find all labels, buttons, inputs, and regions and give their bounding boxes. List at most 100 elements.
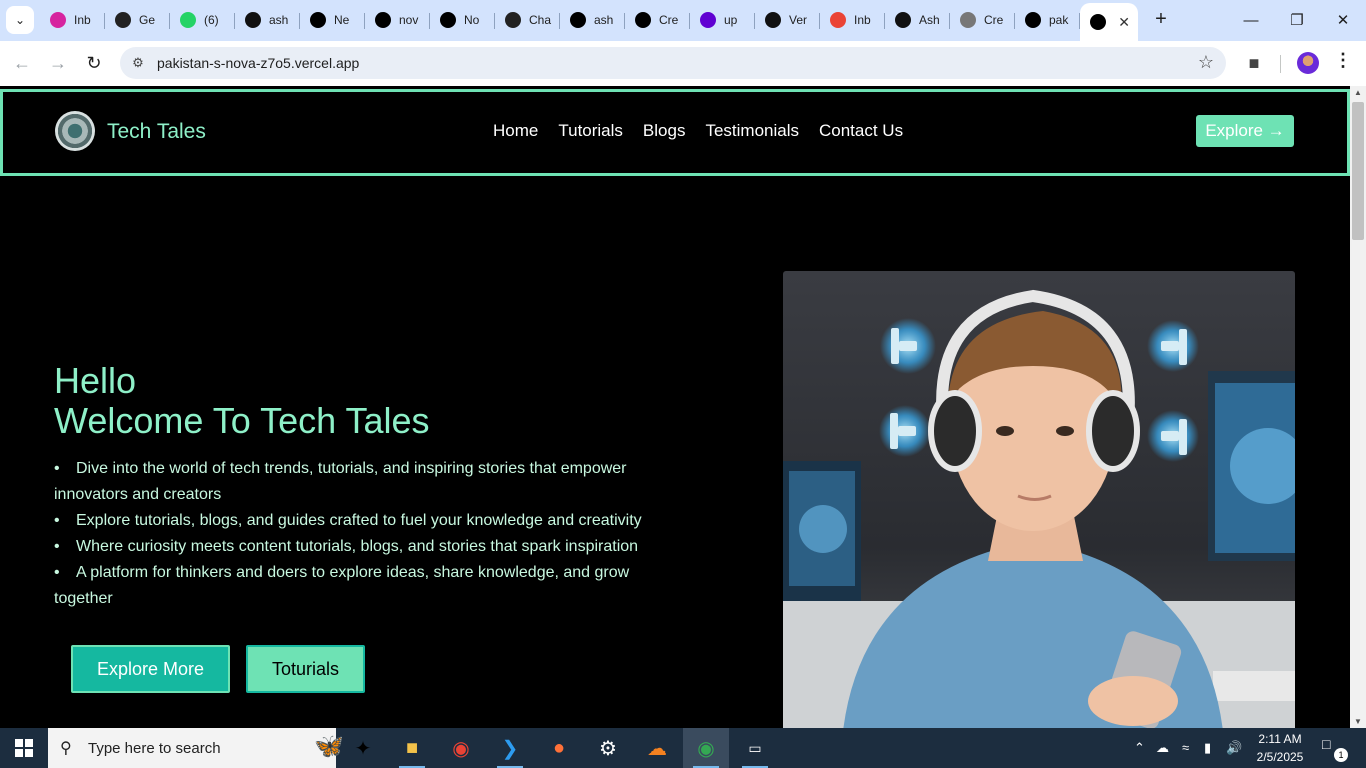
- page-scrollbar[interactable]: ▲ ▼: [1350, 86, 1366, 728]
- reload-button[interactable]: ↻: [80, 49, 108, 77]
- vercel-icon: [635, 12, 651, 28]
- bookmark-star-icon[interactable]: ☆: [1198, 52, 1214, 73]
- tab-search-button[interactable]: ⌄: [6, 6, 34, 34]
- start-button[interactable]: [0, 728, 48, 768]
- nav-tutorials[interactable]: Tutorials: [558, 121, 623, 141]
- logo-image[interactable]: [55, 111, 95, 151]
- vercel-icon: [310, 12, 326, 28]
- settings-icon[interactable]: ⚙: [585, 728, 631, 768]
- wifi-icon[interactable]: ≈: [1182, 740, 1189, 755]
- browser-tab[interactable]: Ge: [105, 5, 170, 35]
- chevron-up-icon[interactable]: ⌃: [1134, 740, 1145, 756]
- close-icon: ✕: [1336, 12, 1350, 29]
- volume-icon[interactable]: 🔊: [1226, 740, 1242, 756]
- tutorials-button[interactable]: Toturials: [246, 645, 365, 693]
- vercel-icon: [375, 12, 391, 28]
- browser-tab[interactable]: ash: [560, 5, 625, 35]
- cloudflare-icon[interactable]: ☁: [634, 728, 680, 768]
- browser-tab[interactable]: Inb: [820, 5, 885, 35]
- scroll-up-icon[interactable]: ▲: [1354, 88, 1362, 97]
- tab-label: Ge: [139, 13, 156, 27]
- browser-tab[interactable]: ash: [235, 5, 300, 35]
- hero-title: Welcome To Tech Tales: [54, 400, 430, 441]
- nav-testimonials[interactable]: Testimonials: [705, 121, 799, 141]
- browser-tab[interactable]: Cre: [625, 5, 690, 35]
- onedrive-icon[interactable]: ☁: [1156, 740, 1169, 756]
- bullet-item: Where curiosity meets content tutorials,…: [54, 534, 664, 560]
- restore-button[interactable]: ❐: [1274, 0, 1320, 40]
- vercel-icon: [1090, 14, 1106, 30]
- hero-greeting: Hello: [54, 360, 137, 401]
- profile-avatar[interactable]: [1297, 52, 1319, 74]
- tab-label: ash: [269, 13, 289, 27]
- browser-tab[interactable]: Cha: [495, 5, 560, 35]
- terminal-icon[interactable]: ▭: [732, 728, 778, 768]
- close-tab-icon[interactable]: ✕: [1118, 14, 1130, 31]
- glow-icon-right-top: [1147, 320, 1199, 372]
- address-bar[interactable]: ⚙ pakistan-s-nova-z7o5.vercel.app ☆: [120, 47, 1226, 79]
- glow-icon-left-bottom: [879, 405, 931, 457]
- hero-illustration: [783, 289, 1295, 728]
- tab-label: Cha: [529, 13, 552, 27]
- site-info-icon[interactable]: ⚙: [128, 53, 148, 73]
- nav-blogs[interactable]: Blogs: [643, 121, 686, 141]
- browser-tab[interactable]: Ash: [885, 5, 950, 35]
- arrow-left-icon: ←: [13, 52, 31, 73]
- chrome-profile-icon[interactable]: ◉: [683, 728, 729, 768]
- new-tab-button[interactable]: +: [1150, 8, 1172, 30]
- back-button[interactable]: ←: [8, 49, 36, 77]
- scroll-down-icon[interactable]: ▼: [1354, 717, 1362, 726]
- browser-tab[interactable]: Cre: [950, 5, 1015, 35]
- browser-tab[interactable]: pak: [1015, 5, 1080, 35]
- explore-button[interactable]: Explore →: [1196, 115, 1294, 147]
- browser-tab[interactable]: (6): [170, 5, 235, 35]
- tab-label: No: [464, 13, 480, 27]
- minimize-button[interactable]: —: [1228, 0, 1274, 40]
- toolbar-divider: [1280, 55, 1281, 73]
- vscode-icon[interactable]: ❯: [487, 728, 533, 768]
- taskbar-search[interactable]: ⚲ Type here to search 🦋: [48, 728, 344, 768]
- browser-tab[interactable]: Ne: [300, 5, 365, 35]
- vercel-icon: [440, 12, 456, 28]
- clock[interactable]: 2:11 AM 2/5/2025: [1252, 730, 1308, 766]
- tab-label: Ver: [789, 13, 808, 27]
- whatsapp-icon: [180, 12, 196, 28]
- glow-icon-left-top: [880, 318, 936, 374]
- windows-icon: [15, 739, 33, 757]
- menu-dots-icon[interactable]: ⋮: [1334, 50, 1352, 71]
- explore-more-button[interactable]: Explore More: [71, 645, 230, 693]
- url-text: pakistan-s-nova-z7o5.vercel.app: [157, 55, 360, 71]
- battery-icon[interactable]: ▮: [1204, 740, 1211, 756]
- chatgpt-icon: [505, 12, 521, 28]
- browser-tab[interactable]: nov: [365, 5, 430, 35]
- nav-contact-us[interactable]: Contact Us: [819, 121, 903, 141]
- tab-label: Inb: [74, 13, 91, 27]
- main-nav: Home Tutorials Blogs Testimonials Contac…: [493, 121, 903, 141]
- tab-label: Inb: [854, 13, 871, 27]
- windows-taskbar: ⚲ Type here to search 🦋 ✦ ■ ◉ ❯ ● ⚙ ☁ ◉ …: [0, 728, 1366, 768]
- browser-tab[interactable]: No: [430, 5, 495, 35]
- tab-label: pak: [1049, 13, 1069, 27]
- restore-icon: ❐: [1290, 12, 1304, 29]
- brand-name[interactable]: Tech Tales: [107, 120, 206, 144]
- nav-home[interactable]: Home: [493, 121, 538, 141]
- browser-tab[interactable]: up: [690, 5, 755, 35]
- scroll-thumb[interactable]: [1352, 102, 1364, 240]
- search-icon: ⚲: [60, 740, 72, 757]
- chrome-icon[interactable]: ◉: [438, 728, 484, 768]
- keyboard: [1213, 671, 1295, 701]
- tab-label: Ne: [334, 13, 350, 27]
- minimize-icon: —: [1243, 11, 1259, 29]
- copilot-icon[interactable]: ✦: [340, 728, 386, 768]
- forward-button[interactable]: →: [44, 49, 72, 77]
- extensions-icon[interactable]: ■: [1242, 51, 1266, 75]
- browser-tab[interactable]: Inb: [40, 5, 105, 35]
- browser-tab[interactable]: Ver: [755, 5, 820, 35]
- yahoo-icon: [700, 12, 716, 28]
- firefox-icon[interactable]: ●: [536, 728, 582, 768]
- file-explorer-icon[interactable]: ■: [389, 728, 435, 768]
- tab-label: up: [724, 13, 738, 27]
- close-window-button[interactable]: ✕: [1320, 0, 1366, 40]
- active-browser-tab[interactable]: ✕: [1080, 3, 1138, 41]
- vercel-icon: [1025, 12, 1041, 28]
